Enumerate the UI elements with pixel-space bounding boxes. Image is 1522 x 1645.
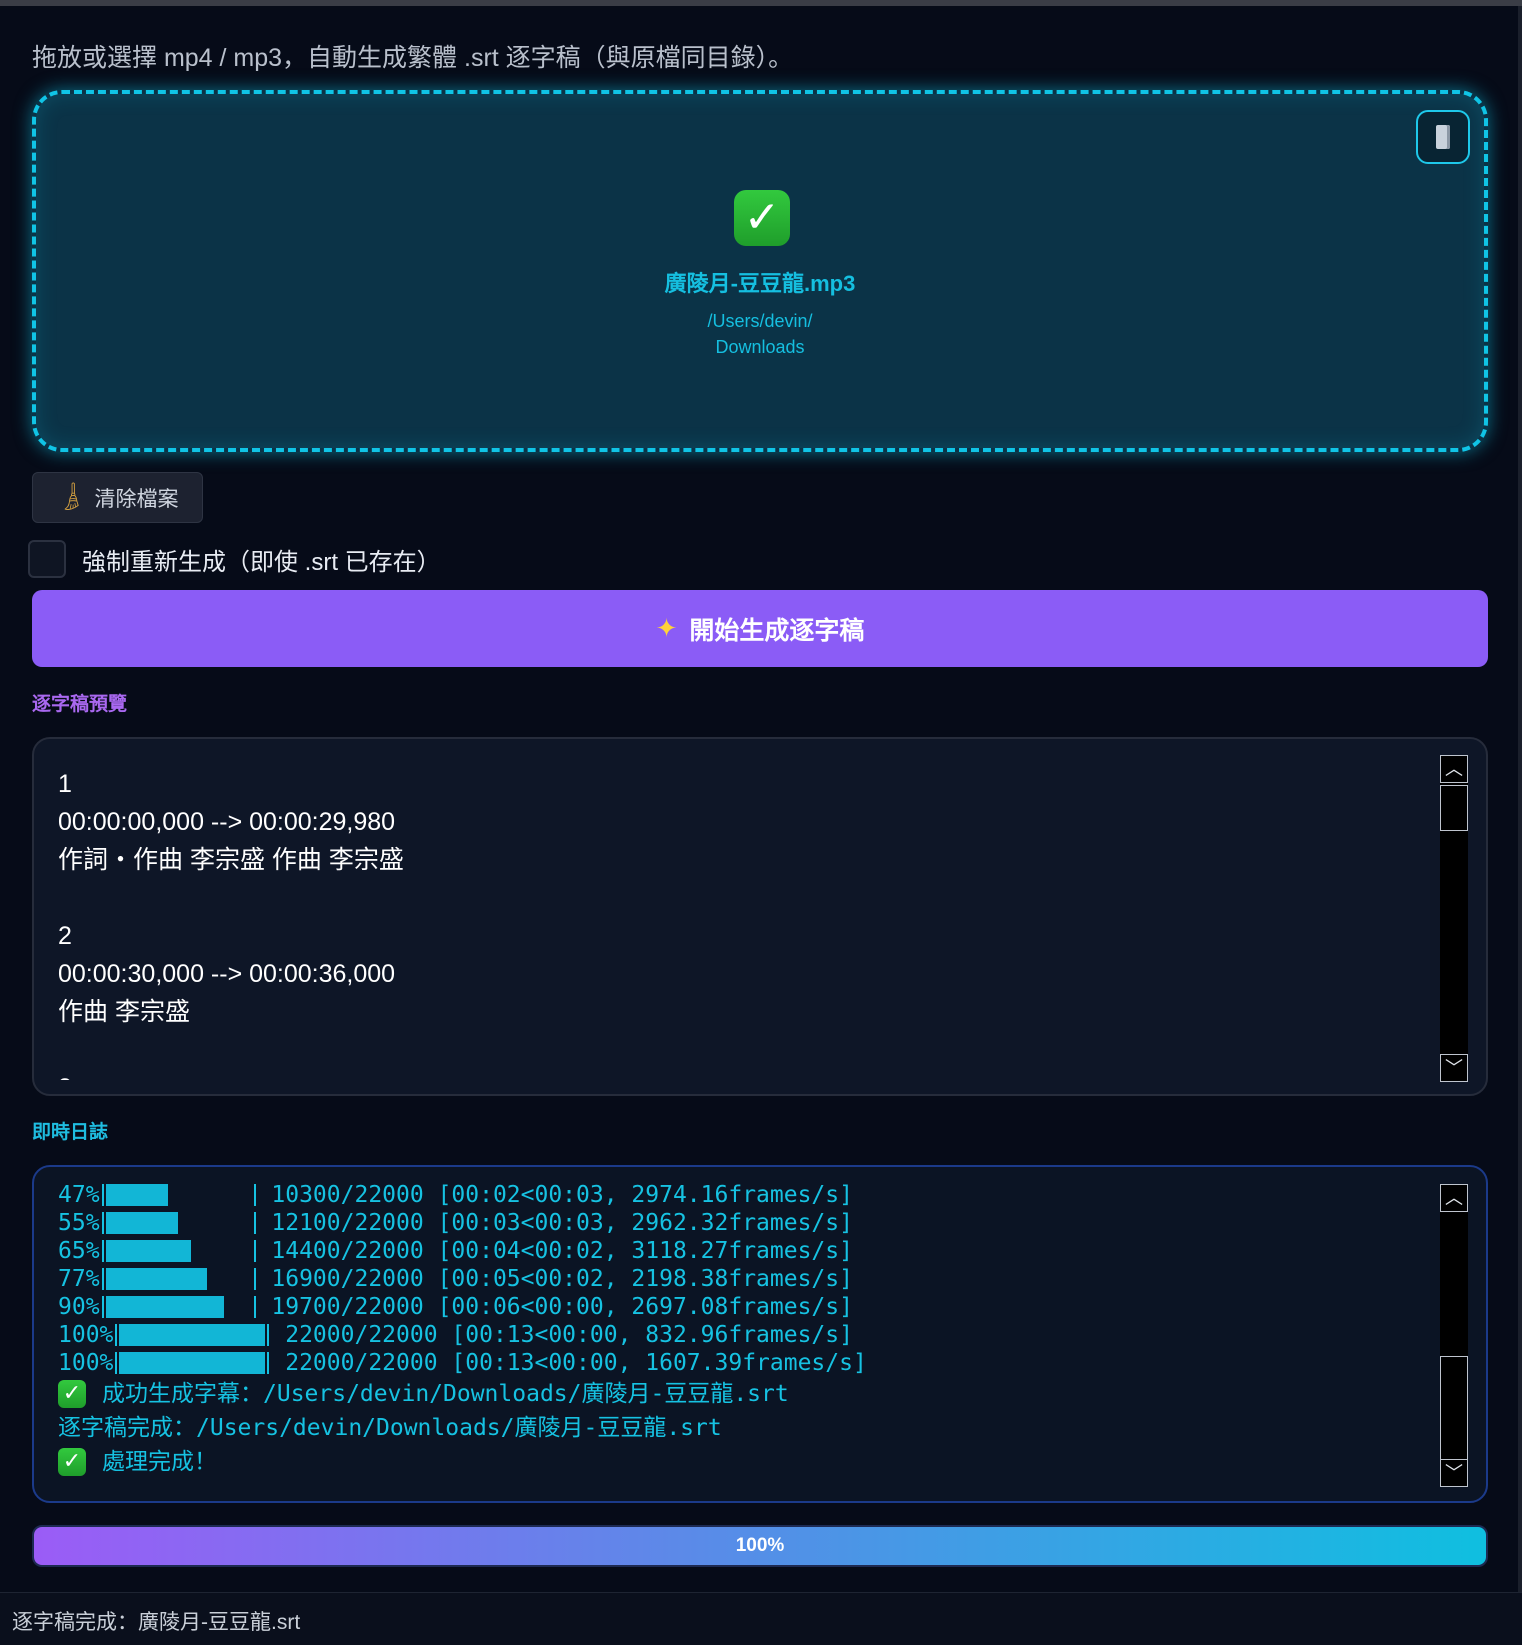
log-message-line: ✓ 處理完成！ <box>58 1445 1426 1479</box>
log-percent: 55% <box>58 1210 100 1236</box>
log-progress-fill <box>105 1212 178 1234</box>
log-progress-bar <box>101 1212 256 1234</box>
log-progress-fill <box>119 1324 266 1346</box>
overall-progress-bar: 100% <box>32 1525 1488 1567</box>
log-progress-fill <box>105 1296 224 1318</box>
log-timing: [00:04<00:02, 3118.27frames/s] <box>437 1238 853 1264</box>
log-progress-fill <box>105 1184 168 1206</box>
log-percent: 90% <box>58 1294 100 1320</box>
live-log-text[interactable]: 47% 10300/22000 [00:02<00:03, 2974.16fra… <box>58 1181 1426 1491</box>
log-progress-line: 90% 19700/22000 [00:06<00:00, 2697.08fra… <box>58 1293 1426 1321</box>
cue-index: 3 <box>58 1069 1426 1080</box>
check-mark-icon: ✓ <box>58 1380 86 1408</box>
check-mark-icon: ✓ <box>58 1448 86 1476</box>
clear-file-label: 清除檔案 <box>94 487 179 511</box>
log-percent: 47% <box>58 1182 100 1208</box>
scrollbar-thumb[interactable] <box>1440 785 1468 831</box>
check-mark-icon: ✓ <box>734 190 790 246</box>
log-count: 19700/22000 <box>257 1294 438 1320</box>
file-path-line: Downloads <box>715 337 805 357</box>
cue-text: 作曲 李宗盛 <box>58 998 190 1026</box>
log-progress-bar <box>101 1268 256 1290</box>
log-count: 14400/22000 <box>257 1238 438 1264</box>
start-transcription-button[interactable]: ✦ 開始生成逐字稿 <box>32 590 1488 667</box>
status-bar: 逐字稿完成：廣陵月-豆豆龍.srt <box>0 1592 1522 1645</box>
transcript-cue: 2 00:00:30,000 --> 00:00:36,000 作曲 李宗盛 <box>58 917 1426 1031</box>
cue-index: 2 <box>58 922 72 950</box>
scrollbar-thumb[interactable] <box>1440 1356 1468 1472</box>
preview-section-title: 逐字稿預覽 <box>32 694 128 715</box>
sparkle-icon: ✦ <box>655 613 678 643</box>
log-progress-line: 77% 16900/22000 [00:05<00:02, 2198.38fra… <box>58 1265 1426 1293</box>
log-message: 逐字稿完成：/Users/devin/Downloads/廣陵月-豆豆龍.srt <box>58 1415 722 1441</box>
cue-time: 00:00:30,000 --> 00:00:36,000 <box>58 960 396 988</box>
clear-file-button[interactable]: 🧹︎ 清除檔案 <box>32 472 203 523</box>
log-progress-fill <box>119 1352 266 1374</box>
log-count: 22000/22000 <box>271 1350 452 1376</box>
log-scrollbar[interactable]: ︿ ﹀ <box>1440 1184 1468 1487</box>
log-progress-line: 55% 12100/22000 [00:03<00:03, 2962.32fra… <box>58 1209 1426 1237</box>
panel-icon[interactable] <box>1416 110 1470 164</box>
log-progress-fill <box>105 1240 191 1262</box>
log-progress-bar <box>115 1324 270 1346</box>
window-top-edge <box>0 0 1522 6</box>
progress-percent-label: 100% <box>735 1535 785 1556</box>
selected-file-name: 廣陵月-豆豆龍.mp3 <box>664 271 856 296</box>
log-progress-bar <box>101 1240 256 1262</box>
transcript-preview-panel[interactable]: 1 00:00:00,000 --> 00:00:29,980 作詞・作曲 李宗盛 … <box>32 737 1488 1096</box>
log-section-title: 即時日誌 <box>32 1122 109 1143</box>
log-count: 12100/22000 <box>257 1210 438 1236</box>
log-progress-line: 65% 14400/22000 [00:04<00:02, 3118.27fra… <box>58 1237 1426 1265</box>
log-timing: [00:06<00:00, 2697.08frames/s] <box>437 1294 853 1320</box>
transcript-preview-text[interactable]: 1 00:00:00,000 --> 00:00:29,980 作詞・作曲 李宗盛 … <box>58 765 1426 1080</box>
cue-time: 00:00:00,000 --> 00:00:29,980 <box>58 808 396 836</box>
window-right-edge <box>1518 6 1522 1592</box>
log-timing: [00:13<00:00, 832.96frames/s] <box>451 1322 853 1348</box>
log-progress-line: 47% 10300/22000 [00:02<00:03, 2974.16fra… <box>58 1181 1426 1209</box>
log-message: 處理完成！ <box>102 1449 217 1475</box>
file-dropzone[interactable]: ✓ 廣陵月-豆豆龍.mp3 /Users/devin/ Downloads <box>32 90 1488 452</box>
file-path-line: /Users/devin/ <box>707 311 813 331</box>
log-percent: 100% <box>58 1322 114 1348</box>
scroll-up-icon[interactable]: ︿ <box>1440 755 1468 783</box>
start-button-label: 開始生成逐字稿 <box>689 616 865 645</box>
scroll-up-icon[interactable]: ︿ <box>1440 1184 1468 1212</box>
log-percent: 77% <box>58 1266 100 1292</box>
log-progress-bar <box>101 1184 256 1206</box>
broom-icon: 🧹︎ <box>51 478 89 516</box>
log-count: 10300/22000 <box>257 1182 438 1208</box>
log-progress-line: 100% 22000/22000 [00:13<00:00, 832.96fra… <box>58 1321 1426 1349</box>
cue-text: 作詞・作曲 李宗盛 作曲 李宗盛 <box>58 846 404 874</box>
log-progress-fill <box>105 1268 207 1290</box>
log-progress-bar <box>115 1352 270 1374</box>
scroll-down-icon[interactable]: ﹀ <box>1440 1054 1468 1082</box>
transcript-cue: 3 <box>58 1069 1426 1080</box>
transcript-cue: 1 00:00:00,000 --> 00:00:29,980 作詞・作曲 李宗盛 … <box>58 765 1426 879</box>
force-regenerate-label[interactable]: 強制重新生成（即使 .srt 已存在） <box>82 542 441 577</box>
live-log-panel[interactable]: 47% 10300/22000 [00:02<00:03, 2974.16fra… <box>32 1165 1488 1503</box>
log-progress-line: 100% 22000/22000 [00:13<00:00, 1607.39fr… <box>58 1349 1426 1377</box>
log-timing: [00:03<00:03, 2962.32frames/s] <box>437 1210 853 1236</box>
log-count: 16900/22000 <box>257 1266 438 1292</box>
log-percent: 100% <box>58 1350 114 1376</box>
selected-file-path: /Users/devin/ Downloads <box>36 308 1484 360</box>
log-message-line: ✓ 成功生成字幕：/Users/devin/Downloads/廣陵月-豆豆龍.s… <box>58 1377 1426 1411</box>
log-message: 成功生成字幕：/Users/devin/Downloads/廣陵月-豆豆龍.sr… <box>102 1381 789 1407</box>
log-progress-bar <box>101 1296 256 1318</box>
status-text: 逐字稿完成：廣陵月-豆豆龍.srt <box>12 1611 301 1634</box>
cue-index: 1 <box>58 770 72 798</box>
log-timing: [00:13<00:00, 1607.39frames/s] <box>451 1350 867 1376</box>
preview-scrollbar[interactable]: ︿ ﹀ <box>1440 755 1468 1082</box>
force-regenerate-row: 強制重新生成（即使 .srt 已存在） <box>28 537 441 581</box>
log-message-line: 逐字稿完成：/Users/devin/Downloads/廣陵月-豆豆龍.srt <box>58 1411 1426 1445</box>
log-count: 22000/22000 <box>271 1322 452 1348</box>
log-timing: [00:05<00:02, 2198.38frames/s] <box>437 1266 853 1292</box>
force-regenerate-checkbox[interactable] <box>28 540 66 578</box>
scroll-down-icon[interactable]: ﹀ <box>1440 1459 1468 1487</box>
instructions-text: 拖放或選擇 mp4 / mp3，自動生成繁體 .srt 逐字稿（與原檔同目錄）。 <box>32 44 794 72</box>
log-timing: [00:02<00:03, 2974.16frames/s] <box>437 1182 853 1208</box>
log-percent: 65% <box>58 1238 100 1264</box>
